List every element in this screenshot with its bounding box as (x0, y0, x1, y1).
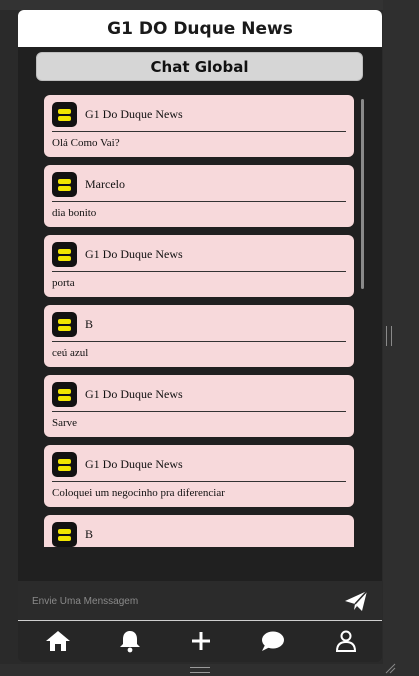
message-text: Coloquei um negocinho pra diferenciar (52, 487, 225, 499)
message-author: G1 Do Duque News (85, 457, 183, 471)
avatar-icon (52, 102, 77, 127)
message-card: B (44, 515, 354, 547)
message-input[interactable] (32, 591, 332, 611)
avatar-icon (52, 172, 77, 197)
message-author: G1 Do Duque News (85, 107, 183, 121)
message-text: dia bonito (52, 207, 97, 219)
message-divider (52, 411, 346, 412)
resize-grip-horizontal[interactable] (190, 667, 210, 673)
message-author: G1 Do Duque News (85, 387, 183, 401)
resize-grip-vertical[interactable] (386, 326, 392, 346)
message-list-scrollbar[interactable] (361, 99, 364, 289)
send-icon[interactable] (343, 589, 369, 613)
message-text: ceú azul (52, 347, 89, 359)
app-title: G1 DO Duque News (107, 18, 293, 39)
avatar-icon (52, 242, 77, 267)
avatar-icon (52, 382, 77, 407)
message-card: Marcelo dia bonito (44, 165, 354, 227)
message-divider (52, 481, 346, 482)
resize-corner-icon[interactable] (384, 662, 396, 674)
home-icon[interactable] (44, 629, 72, 653)
window-top-strip (0, 0, 419, 10)
app-window: G1 DO Duque News Chat Global G1 Do Duque… (18, 10, 382, 662)
message-card: G1 Do Duque News Sarve (44, 375, 354, 437)
message-card: B ceú azul (44, 305, 354, 367)
message-author: B (85, 317, 94, 331)
composer-bar (18, 581, 382, 620)
message-divider (52, 201, 346, 202)
message-card: G1 Do Duque News porta (44, 235, 354, 297)
message-text: porta (52, 277, 75, 289)
message-list[interactable]: G1 Do Duque News Olá Como Vai? Marcelo d… (44, 95, 356, 547)
bottom-nav (18, 620, 382, 662)
chat-title-bar: Chat Global (36, 52, 363, 81)
message-divider (52, 271, 346, 272)
chat-bubble-icon[interactable] (259, 629, 287, 653)
avatar-icon (52, 312, 77, 337)
message-card: G1 Do Duque News Olá Como Vai? (44, 95, 354, 157)
message-text: Sarve (52, 417, 78, 429)
chat-screen: Chat Global G1 Do Duque News Olá Como Va… (18, 47, 382, 581)
plus-icon[interactable] (187, 629, 215, 653)
message-author: Marcelo (85, 177, 125, 191)
message-text: Olá Como Vai? (52, 137, 120, 149)
avatar-icon (52, 522, 77, 547)
message-author: B (85, 527, 94, 541)
bell-icon[interactable] (116, 629, 144, 653)
message-divider (52, 341, 346, 342)
chat-title: Chat Global (150, 57, 249, 76)
message-divider (52, 131, 346, 132)
avatar-icon (52, 452, 77, 477)
user-icon[interactable] (332, 629, 360, 653)
message-author: G1 Do Duque News (85, 247, 183, 261)
app-header: G1 DO Duque News (18, 10, 382, 47)
message-card: G1 Do Duque News Coloquei um negocinho p… (44, 445, 354, 507)
